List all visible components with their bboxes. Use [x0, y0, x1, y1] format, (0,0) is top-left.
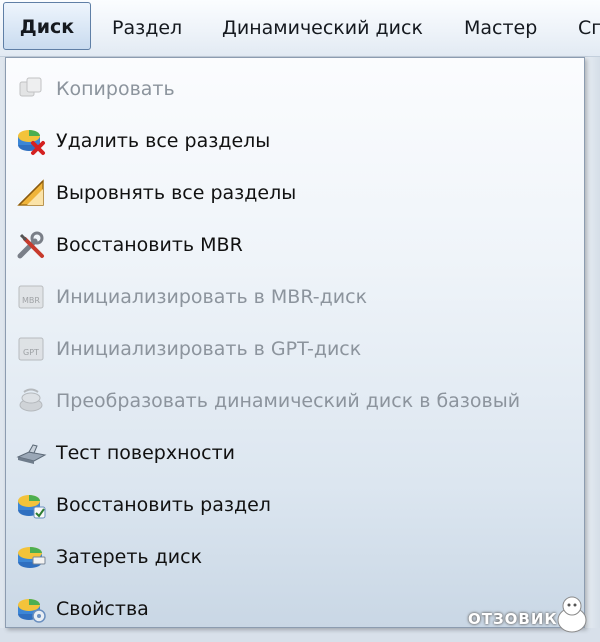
menu-item-label: Затереть диск	[56, 546, 203, 568]
menu-item-init-gpt[interactable]: GPT Инициализировать в GPT-диск	[14, 325, 579, 373]
menu-item-wipe-disk[interactable]: Затереть диск	[14, 533, 579, 581]
menu-help-truncated[interactable]: Сп	[578, 8, 600, 50]
copy-icon	[14, 72, 48, 106]
menu-bar: Диск Раздел Динамический диск Мастер Сп	[0, 0, 600, 57]
svg-text:MBR: MBR	[22, 296, 40, 305]
menu-partition[interactable]: Раздел	[112, 8, 182, 50]
delete-partitions-icon	[14, 124, 48, 158]
menu-item-recover-partition[interactable]: Восстановить раздел	[14, 481, 579, 529]
convert-disk-icon	[14, 384, 48, 418]
menu-item-convert-dynamic-to-basic[interactable]: Преобразовать динамический диск в базовы…	[14, 377, 579, 425]
menu-item-align-all-partitions[interactable]: Выровнять все разделы	[14, 169, 579, 217]
align-icon	[14, 176, 48, 210]
watermark-text: ОТЗОВИК	[468, 610, 558, 628]
recover-partition-icon	[14, 488, 48, 522]
menu-item-rebuild-mbr[interactable]: Восстановить MBR	[14, 221, 579, 269]
svg-text:GPT: GPT	[23, 348, 39, 357]
menu-item-label: Удалить все разделы	[56, 130, 271, 152]
disk-dropdown-menu: Копировать Удалить все разделы Выровнять…	[5, 57, 585, 628]
menu-item-label: Выровнять все разделы	[56, 182, 297, 204]
watermark-mascot-icon	[557, 596, 587, 633]
mbr-disk-icon: MBR	[14, 280, 48, 314]
gpt-disk-icon: GPT	[14, 332, 48, 366]
menu-item-label: Инициализировать в GPT-диск	[56, 338, 362, 360]
menu-item-label: Восстановить раздел	[56, 494, 271, 516]
tools-icon	[14, 228, 48, 262]
menu-wizard[interactable]: Мастер	[464, 8, 537, 50]
menu-item-label: Свойства	[56, 598, 149, 620]
menu-item-label: Тест поверхности	[56, 442, 235, 464]
properties-icon	[14, 592, 48, 626]
wipe-disk-icon	[14, 540, 48, 574]
menu-item-copy[interactable]: Копировать	[14, 65, 579, 113]
surface-test-icon	[14, 436, 48, 470]
menu-item-label: Преобразовать динамический диск в базовы…	[56, 390, 521, 412]
menu-item-surface-test[interactable]: Тест поверхности	[14, 429, 579, 477]
menu-item-label: Копировать	[56, 78, 175, 100]
menu-item-label: Восстановить MBR	[56, 234, 243, 256]
menu-disk[interactable]: Диск	[3, 2, 91, 50]
menu-item-init-mbr[interactable]: MBR Инициализировать в MBR-диск	[14, 273, 579, 321]
menu-item-label: Инициализировать в MBR-диск	[56, 286, 368, 308]
menu-item-delete-all-partitions[interactable]: Удалить все разделы	[14, 117, 579, 165]
background-window	[585, 57, 600, 642]
menu-dynamic-disk[interactable]: Динамический диск	[222, 8, 423, 50]
